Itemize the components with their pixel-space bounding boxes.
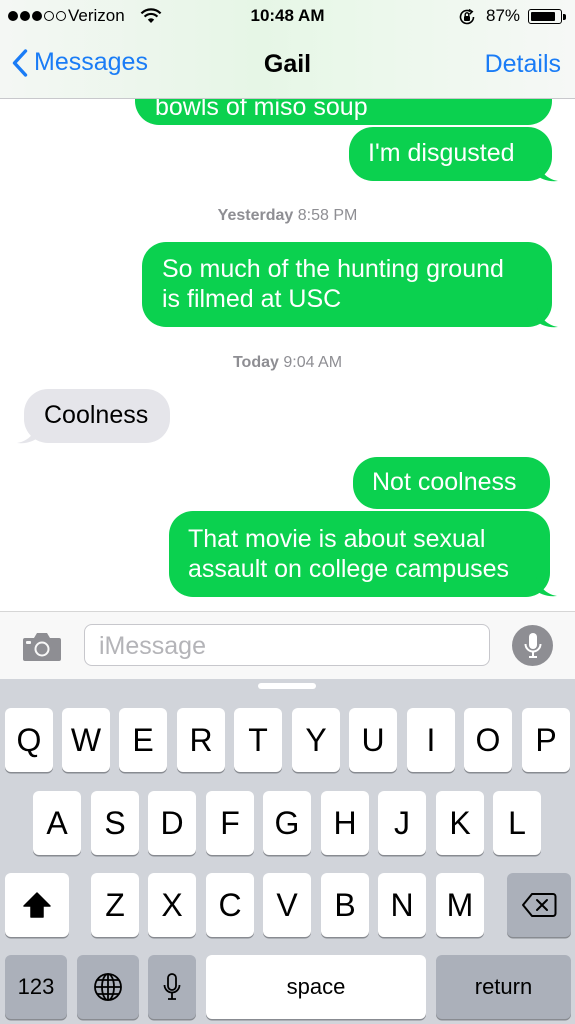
message-text: Not coolness bbox=[372, 468, 517, 496]
key-o[interactable]: O bbox=[464, 708, 512, 772]
details-button[interactable]: Details bbox=[485, 50, 561, 79]
message-text-line: assault on college campuses bbox=[188, 555, 510, 583]
battery-icon bbox=[528, 9, 566, 24]
globe-icon bbox=[94, 973, 122, 1001]
shift-key[interactable] bbox=[5, 873, 69, 937]
key-w[interactable]: W bbox=[62, 708, 110, 772]
key-m[interactable]: M bbox=[436, 873, 484, 937]
key-l[interactable]: L bbox=[493, 791, 541, 855]
bubble-tail bbox=[535, 574, 557, 597]
key-q[interactable]: Q bbox=[5, 708, 53, 772]
sent-message[interactable]: bowls of miso soup bbox=[135, 99, 552, 125]
key-j[interactable]: J bbox=[378, 791, 426, 855]
sent-message[interactable]: That movie is about sexual assault on co… bbox=[169, 511, 550, 597]
received-message[interactable]: Coolness bbox=[24, 389, 170, 443]
timestamp-time: 9:04 AM bbox=[283, 354, 343, 371]
delete-icon bbox=[522, 893, 557, 917]
timestamp-time: 8:58 PM bbox=[297, 207, 358, 224]
message-text-line: is filmed at USC bbox=[162, 285, 342, 313]
key-n[interactable]: N bbox=[378, 873, 426, 937]
status-bar: Verizon 10:48 AM 87% bbox=[0, 0, 575, 34]
rotation-lock-icon bbox=[457, 7, 477, 32]
space-key[interactable]: space bbox=[206, 955, 426, 1019]
key-v[interactable]: V bbox=[263, 873, 311, 937]
key-y[interactable]: Y bbox=[292, 708, 340, 772]
key-h[interactable]: H bbox=[321, 791, 369, 855]
message-text-line: That movie is about sexual bbox=[188, 525, 486, 553]
battery-terminal bbox=[563, 14, 566, 20]
numbers-key[interactable]: 123 bbox=[5, 955, 67, 1019]
timestamp-day: Yesterday bbox=[217, 207, 294, 224]
camera-icon[interactable] bbox=[22, 630, 62, 667]
battery-percent: 87% bbox=[486, 6, 521, 25]
message-text: bowls of miso soup bbox=[155, 99, 368, 121]
message-input[interactable] bbox=[97, 631, 481, 662]
key-s[interactable]: S bbox=[91, 791, 139, 855]
dictation-key[interactable] bbox=[148, 955, 196, 1019]
dictation-icon bbox=[163, 973, 181, 1000]
shift-icon bbox=[23, 892, 51, 918]
keyboard: Q W E R T Y U I O P A S D F G H J K L Z … bbox=[0, 679, 575, 1024]
message-text: I'm disgusted bbox=[368, 139, 515, 167]
key-d[interactable]: D bbox=[148, 791, 196, 855]
key-z[interactable]: Z bbox=[91, 873, 139, 937]
key-u[interactable]: U bbox=[349, 708, 397, 772]
navigation-bar: Messages Gail Details bbox=[0, 34, 575, 98]
return-key[interactable]: return bbox=[436, 955, 571, 1019]
sent-message[interactable]: So much of the hunting ground is filmed … bbox=[142, 242, 552, 327]
battery-level bbox=[530, 11, 555, 21]
key-f[interactable]: F bbox=[206, 791, 254, 855]
globe-key[interactable] bbox=[77, 955, 139, 1019]
sent-message[interactable]: Not coolness bbox=[353, 457, 550, 509]
key-b[interactable]: B bbox=[321, 873, 369, 937]
timestamp: Yesterday 8:58 PM bbox=[0, 207, 575, 225]
message-field-container bbox=[84, 624, 490, 666]
key-r[interactable]: R bbox=[177, 708, 225, 772]
delete-key[interactable] bbox=[507, 873, 571, 937]
timestamp-day: Today bbox=[232, 354, 279, 371]
key-e[interactable]: E bbox=[119, 708, 167, 772]
key-i[interactable]: I bbox=[407, 708, 455, 772]
bubble-tail bbox=[536, 305, 558, 328]
bubble-tail bbox=[536, 159, 558, 182]
bubble-tail bbox=[17, 421, 39, 444]
timestamp: Today 9:04 AM bbox=[0, 354, 575, 372]
compose-bar bbox=[0, 611, 575, 680]
key-p[interactable]: P bbox=[522, 708, 570, 772]
key-c[interactable]: C bbox=[206, 873, 254, 937]
key-x[interactable]: X bbox=[148, 873, 196, 937]
message-text: Coolness bbox=[44, 401, 149, 429]
key-t[interactable]: T bbox=[234, 708, 282, 772]
message-text-line: So much of the hunting ground bbox=[162, 255, 504, 283]
top-bar: Verizon 10:48 AM 87% Messages Gail Detai… bbox=[0, 0, 575, 99]
keyboard-handle[interactable] bbox=[258, 683, 316, 689]
sent-message[interactable]: I'm disgusted bbox=[349, 127, 552, 181]
message-thread[interactable]: bowls of miso soup I'm disgusted Yesterd… bbox=[0, 99, 575, 611]
key-k[interactable]: K bbox=[436, 791, 484, 855]
microphone-icon[interactable] bbox=[512, 625, 553, 666]
key-a[interactable]: A bbox=[33, 791, 81, 855]
key-g[interactable]: G bbox=[263, 791, 311, 855]
